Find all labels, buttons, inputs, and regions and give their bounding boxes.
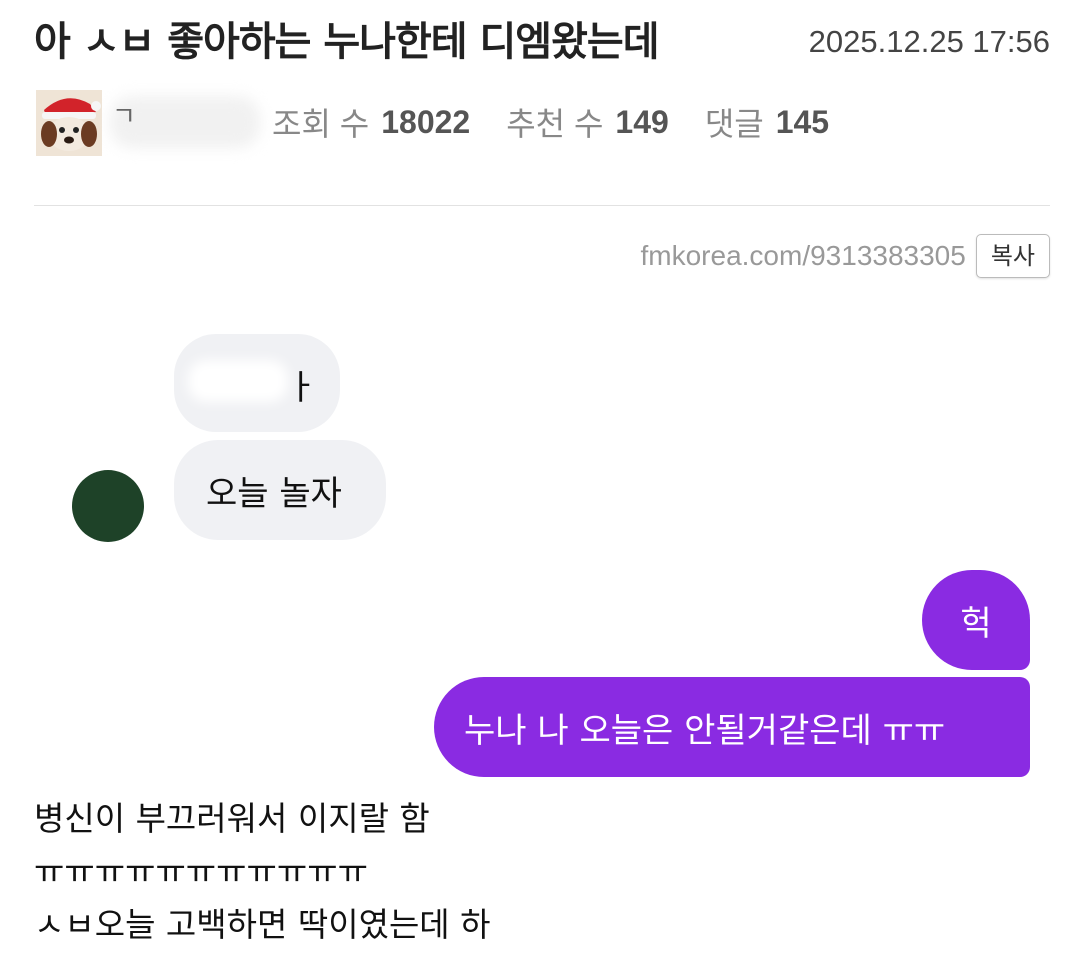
sent-message-text: 헉 (960, 603, 992, 644)
post-datetime: 2025.12.25 17:56 (808, 24, 1050, 59)
header-divider (34, 205, 1050, 206)
redacted-text-blur (188, 360, 288, 402)
sent-bubble: 헉 (922, 570, 1030, 670)
santa-hat-puppy-icon (36, 90, 102, 156)
author-avatar[interactable] (36, 90, 102, 156)
comments-count: 145 (775, 103, 830, 140)
post-title: 아 ㅅㅂ 좋아하는 누나한테 디엠왔는데 (34, 19, 660, 65)
likes-count: 149 (615, 103, 669, 140)
body-line: ㅅㅂ오늘 고백하면 딱이였는데 하 (34, 905, 491, 944)
post-url-row: fmkorea.com/9313383305 복사 (641, 234, 1050, 278)
post-url[interactable]: fmkorea.com/9313383305 (641, 240, 966, 272)
comments-label: 댓글 (704, 106, 764, 142)
contact-avatar (72, 470, 144, 542)
post-body: 병신이 부끄러워서 이지랄 함 ㅠㅠㅠㅠㅠㅠㅠㅠㅠㅠㅠ ㅅㅂ오늘 고백하면 딱이… (34, 792, 1034, 951)
received-bubble: 오늘 놀자 (174, 440, 386, 540)
likes-stat: 추천 수 149 (506, 99, 669, 145)
dm-screenshot: ㅏ 오늘 놀자 헉 누나 나 오늘은 안될거같은데 ㅠㅠ (0, 320, 1080, 790)
views-count: 18022 (381, 103, 471, 140)
received-bubble-redacted: ㅏ (174, 334, 340, 432)
author-name[interactable]: ㄱ (112, 96, 136, 133)
views-label: 조회 수 (272, 106, 370, 142)
copy-url-button[interactable]: 복사 (975, 234, 1050, 278)
post-stats: 조회 수 18022 추천 수 149 댓글 145 (272, 100, 865, 144)
likes-label: 추천 수 (506, 106, 604, 142)
body-line: 병신이 부끄러워서 이지랄 함 (34, 799, 430, 838)
comments-stat[interactable]: 댓글 145 (705, 99, 829, 145)
body-line: ㅠㅠㅠㅠㅠㅠㅠㅠㅠㅠㅠ (34, 852, 368, 891)
sent-bubble: 누나 나 오늘은 안될거같은데 ㅠㅠ (434, 677, 1030, 777)
received-message-text: ㅏ (286, 368, 318, 408)
sent-message-text: 누나 나 오늘은 안될거같은데 ㅠㅠ (464, 710, 946, 751)
received-message-text: 오늘 놀자 (206, 473, 342, 514)
views-stat: 조회 수 18022 (272, 99, 470, 145)
